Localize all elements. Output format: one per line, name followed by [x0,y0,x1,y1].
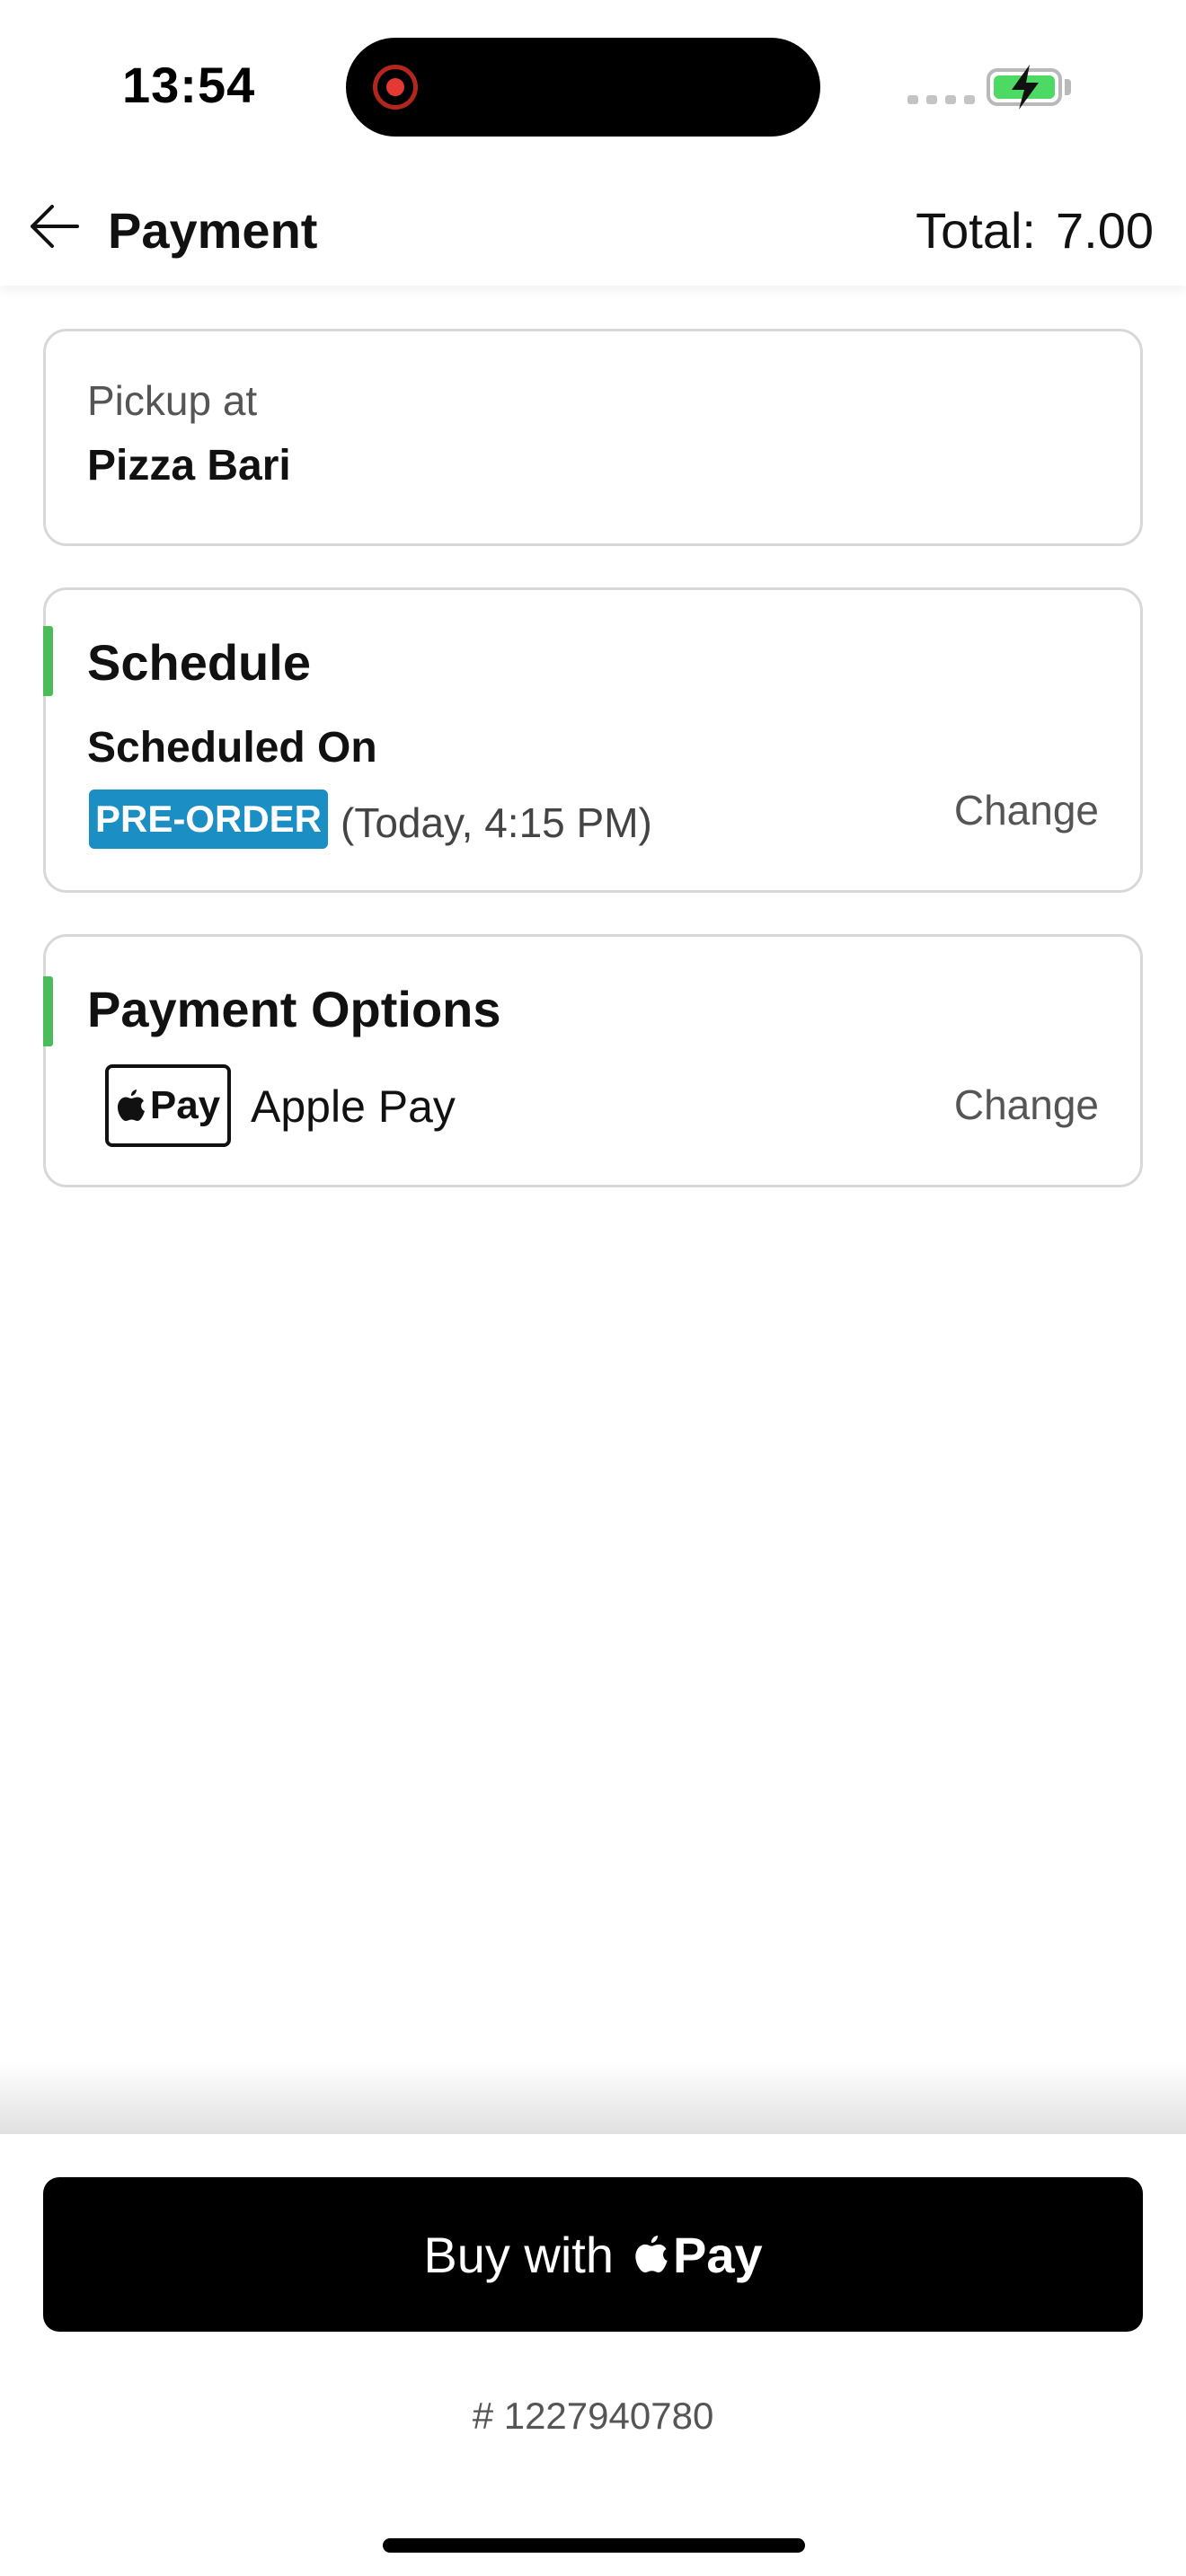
section-accent-bar [43,626,53,696]
payment-method-label: Apple Pay [251,1081,456,1132]
buy-with-apple-pay-button[interactable]: Buy with Pay [43,2177,1143,2332]
buy-button-pay-text: Pay [673,2226,763,2283]
change-payment-button[interactable]: Change [954,1081,1099,1129]
buy-button-label: Buy with [423,2226,614,2283]
page-title: Payment [108,202,318,259]
apple-logo-icon [117,1090,145,1121]
scheduled-time: (Today, 4:15 PM) [341,799,652,846]
pickup-card: Pickup at Pizza Bari [43,329,1143,546]
pickup-label: Pickup at [87,377,258,424]
header: Payment Total: 7.00 [0,171,1186,286]
bottom-shadow [0,2062,1186,2134]
section-accent-bar [43,976,53,1046]
dynamic-island [346,38,820,137]
home-indicator[interactable] [383,2538,805,2553]
change-schedule-button[interactable]: Change [954,786,1099,834]
apple-logo-icon [635,2235,668,2272]
payment-options-card: Payment Options Pay Apple Pay Change [43,934,1143,1187]
pickup-location: Pizza Bari [87,442,291,490]
total-value: 7.00 [1056,202,1154,259]
arrow-left-icon[interactable] [25,198,83,255]
screen-recording-icon [373,65,418,110]
apple-pay-logo: Pay [633,2226,763,2284]
payment-options-title: Payment Options [87,981,501,1037]
total-label: Total: [916,202,1036,259]
schedule-title: Schedule [87,634,311,691]
battery-tip [1065,79,1071,95]
apple-pay-mark-text: Pay [149,1083,221,1127]
status-time: 13:54 [122,57,256,113]
payment-screen: 13:54 Payment Total: 7.00 Pickup at Pizz… [0,0,1186,2576]
signal-dots-icon [907,95,975,104]
order-number: # 1227940780 [472,2395,714,2437]
status-bar: 13:54 [0,0,1186,171]
order-total: Total: 7.00 [916,201,1154,260]
checkout-footer: Buy with Pay # 1227940780 [0,2134,1186,2576]
pre-order-badge: PRE-ORDER [89,790,328,849]
apple-pay-mark: Pay [105,1064,231,1147]
scheduled-on-label: Scheduled On [87,724,377,772]
schedule-card: Schedule Scheduled On PRE-ORDER (Today, … [43,587,1143,893]
charging-bolt-icon [1012,65,1039,110]
